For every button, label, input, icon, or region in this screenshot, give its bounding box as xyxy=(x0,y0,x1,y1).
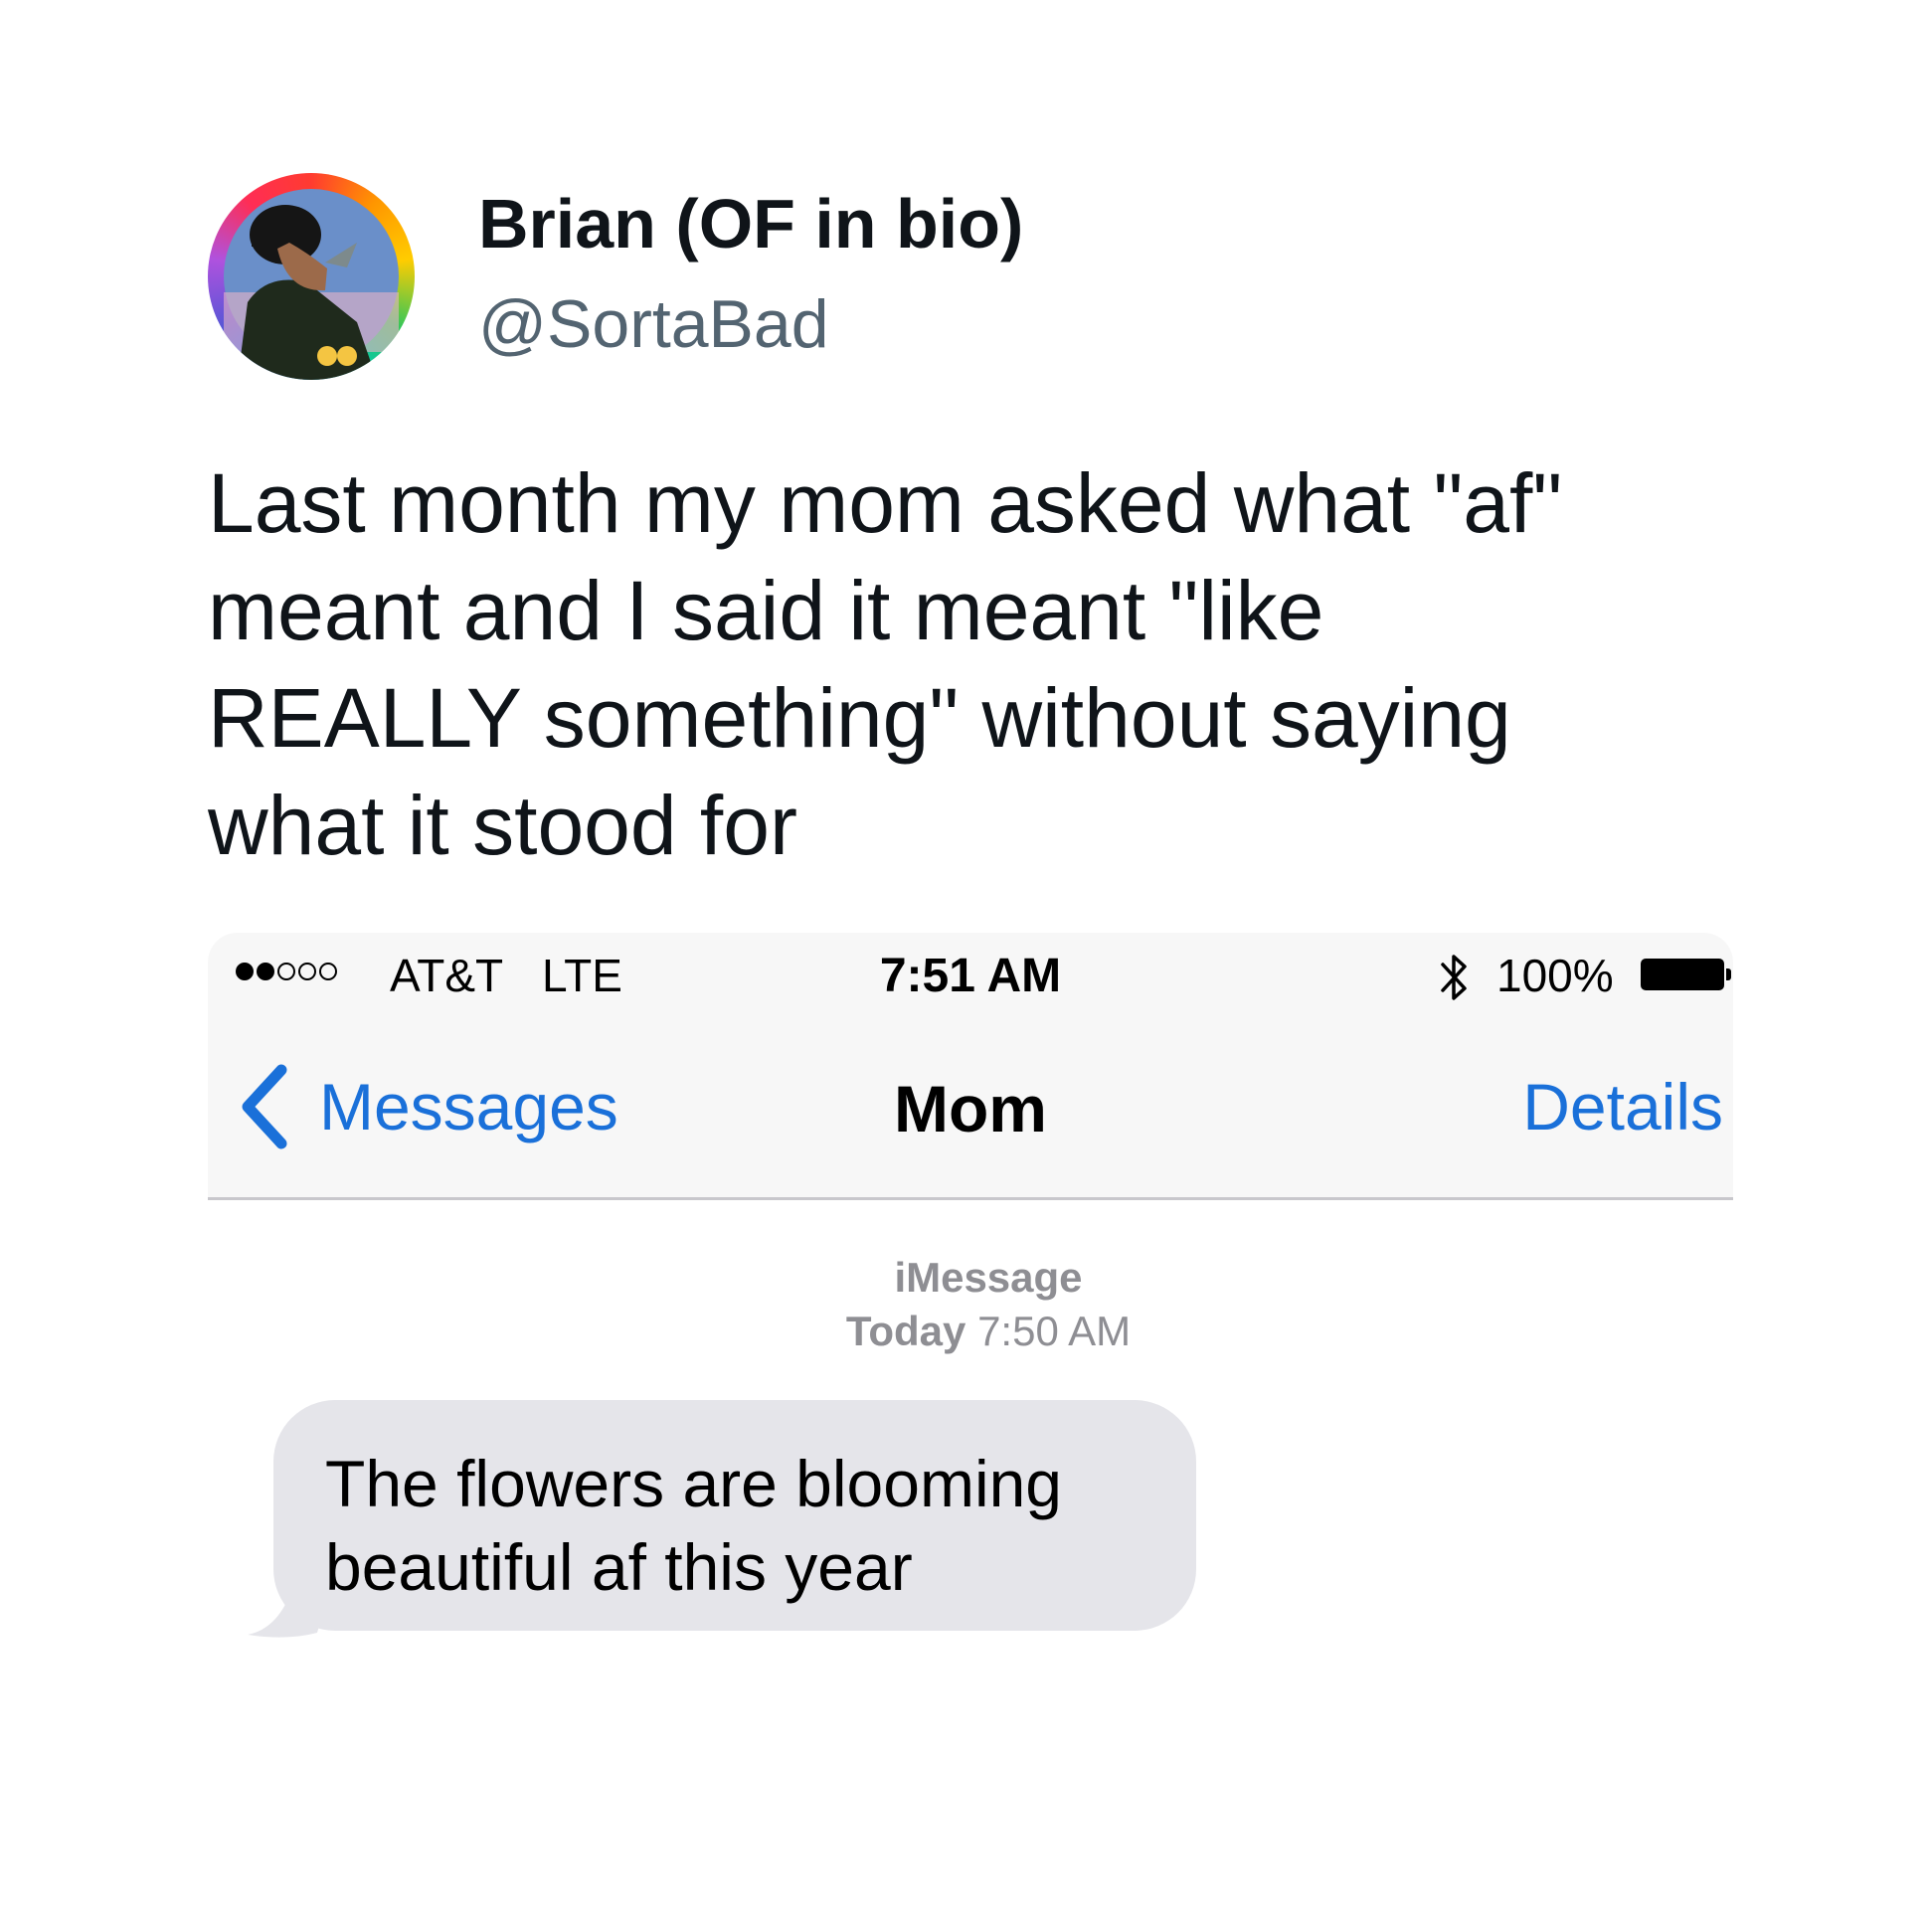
tweet-text-line: meant and I said it meant "like xyxy=(208,564,1324,657)
messages-screenshot: AT&T LTE 7:51 AM 100% Messages Mom Detai… xyxy=(208,933,1733,1649)
tweet-text-line: REALLY something" without saying xyxy=(208,671,1511,765)
battery-icon xyxy=(1641,959,1731,990)
battery-percent: 100% xyxy=(1496,950,1614,1001)
user-handle[interactable]: @SortaBad xyxy=(478,290,829,358)
message-text: The flowers are blooming beautiful af th… xyxy=(325,1442,1144,1609)
details-button[interactable]: Details xyxy=(1522,1074,1723,1140)
message-timestamp: Today 7:50 AM xyxy=(208,1311,1733,1352)
display-name[interactable]: Brian (OF in bio) xyxy=(478,189,1023,259)
tweet-text-line: Last month my mom asked what "af" xyxy=(208,456,1563,550)
bluetooth-icon xyxy=(1441,955,1467,1000)
service-label: iMessage xyxy=(894,1254,1083,1301)
navigation-header: AT&T LTE 7:51 AM 100% Messages Mom Detai… xyxy=(208,933,1733,1200)
tweet-text: Last month my mom asked what "af" meant … xyxy=(208,449,1759,879)
timestamp-time: 7:50 AM xyxy=(977,1308,1132,1354)
avatar[interactable] xyxy=(208,173,415,380)
timestamp-day: Today xyxy=(845,1308,966,1354)
message-line: beautiful af this year xyxy=(325,1530,913,1604)
incoming-message-bubble[interactable]: The flowers are blooming beautiful af th… xyxy=(273,1400,1196,1631)
conversation-title: Mom xyxy=(894,1072,1047,1145)
status-bar: AT&T LTE 7:51 AM 100% xyxy=(208,933,1733,1012)
message-line: The flowers are blooming xyxy=(325,1447,1063,1520)
profile-avatar-image xyxy=(224,189,399,380)
tweet-text-line: what it stood for xyxy=(208,779,797,872)
